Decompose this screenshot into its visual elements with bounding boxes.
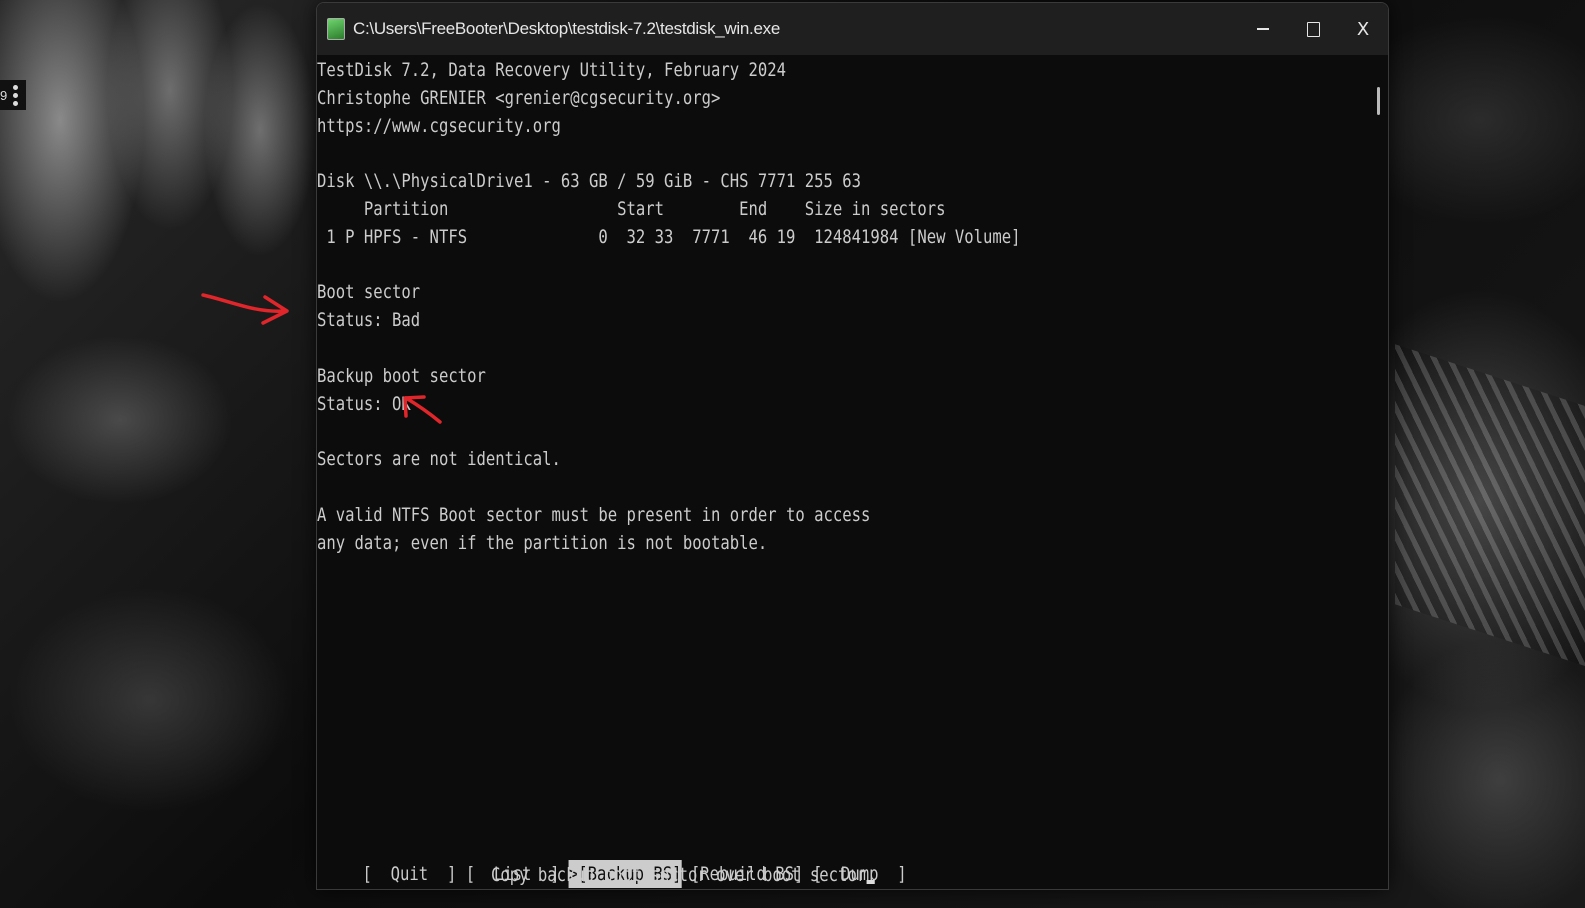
console-line: Backup boot sector <box>317 364 486 387</box>
red-arrow-annotation-boot-sector <box>201 293 289 325</box>
text-cursor <box>866 880 875 884</box>
close-button[interactable]: X <box>1338 3 1388 55</box>
console-line: Partition Start End Size in sectors <box>317 197 946 220</box>
menu-hint: Copy backup boot sector over boot sector <box>491 861 875 889</box>
close-icon: X <box>1356 18 1370 40</box>
maximize-button[interactable] <box>1288 3 1338 55</box>
corner-badge-number: 9 <box>0 87 8 103</box>
console-line: Christophe GRENIER <grenier@cgsecurity.o… <box>317 86 721 109</box>
menu-item-quit[interactable]: [ Quit ] <box>363 860 457 888</box>
console-line: TestDisk 7.2, Data Recovery Utility, Feb… <box>317 59 787 81</box>
menu-hint-text: Copy backup boot sector over boot sector <box>491 864 867 886</box>
window-title: C:\Users\FreeBooter\Desktop\testdisk-7.2… <box>353 19 780 38</box>
title-bar[interactable]: C:\Users\FreeBooter\Desktop\testdisk-7.2… <box>317 3 1388 55</box>
console-line: https://www.cgsecurity.org <box>317 114 561 137</box>
maximize-icon <box>1306 21 1320 37</box>
console-line: Sectors are not identical. <box>317 448 561 471</box>
console-output: TestDisk 7.2, Data Recovery Utility, Feb… <box>317 57 1179 889</box>
console-line: Status: Bad <box>317 309 421 332</box>
console-line: 1 P HPFS - NTFS 0 32 33 7771 46 19 12484… <box>317 225 1021 248</box>
console-line: Disk \\.\PhysicalDrive1 - 63 GB / 59 GiB… <box>317 170 862 193</box>
console-line: any data; even if the partition is not b… <box>317 531 768 554</box>
corner-badge[interactable]: 9 <box>0 80 26 110</box>
minimize-button[interactable] <box>1238 3 1288 55</box>
testdisk-app-icon <box>327 18 345 40</box>
console-window[interactable]: C:\Users\FreeBooter\Desktop\testdisk-7.2… <box>316 2 1389 890</box>
more-options-icon[interactable] <box>13 84 19 106</box>
scrollbar-thumb[interactable] <box>1377 87 1380 115</box>
console-line: A valid NTFS Boot sector must be present… <box>317 503 871 526</box>
red-arrow-annotation-status-ok <box>403 395 442 424</box>
minimize-icon <box>1257 28 1269 30</box>
console-line: Boot sector <box>317 281 421 304</box>
